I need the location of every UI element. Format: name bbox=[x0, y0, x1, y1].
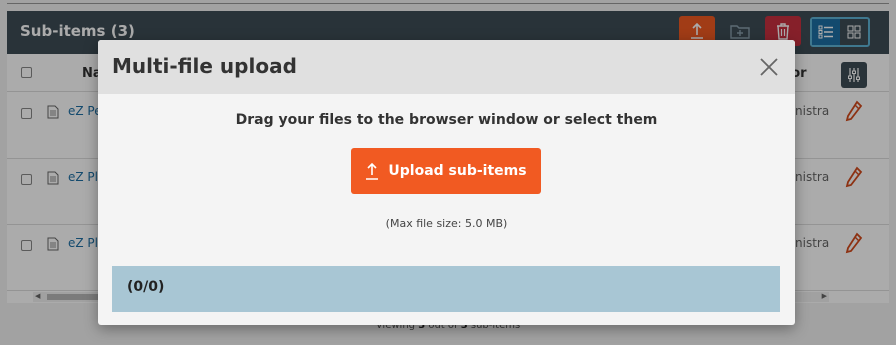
upload-button-label: Upload sub-items bbox=[388, 163, 527, 179]
upload-sub-items-button[interactable]: Upload sub-items bbox=[351, 148, 541, 194]
drag-and-drop-instructions: Drag your files to the browser window or… bbox=[235, 112, 658, 128]
multi-file-upload-dialog: Multi-file upload Drag your files to the… bbox=[98, 40, 795, 325]
upload-progress-count: (0/0) bbox=[127, 279, 165, 295]
upload-icon bbox=[366, 162, 379, 180]
max-file-size-note: (Max file size: 5.0 MB) bbox=[385, 217, 508, 230]
modal-header: Multi-file upload bbox=[98, 40, 795, 94]
modal-title: Multi-file upload bbox=[112, 54, 297, 78]
close-icon[interactable] bbox=[758, 56, 780, 78]
upload-progress-bar: (0/0) bbox=[112, 266, 780, 312]
